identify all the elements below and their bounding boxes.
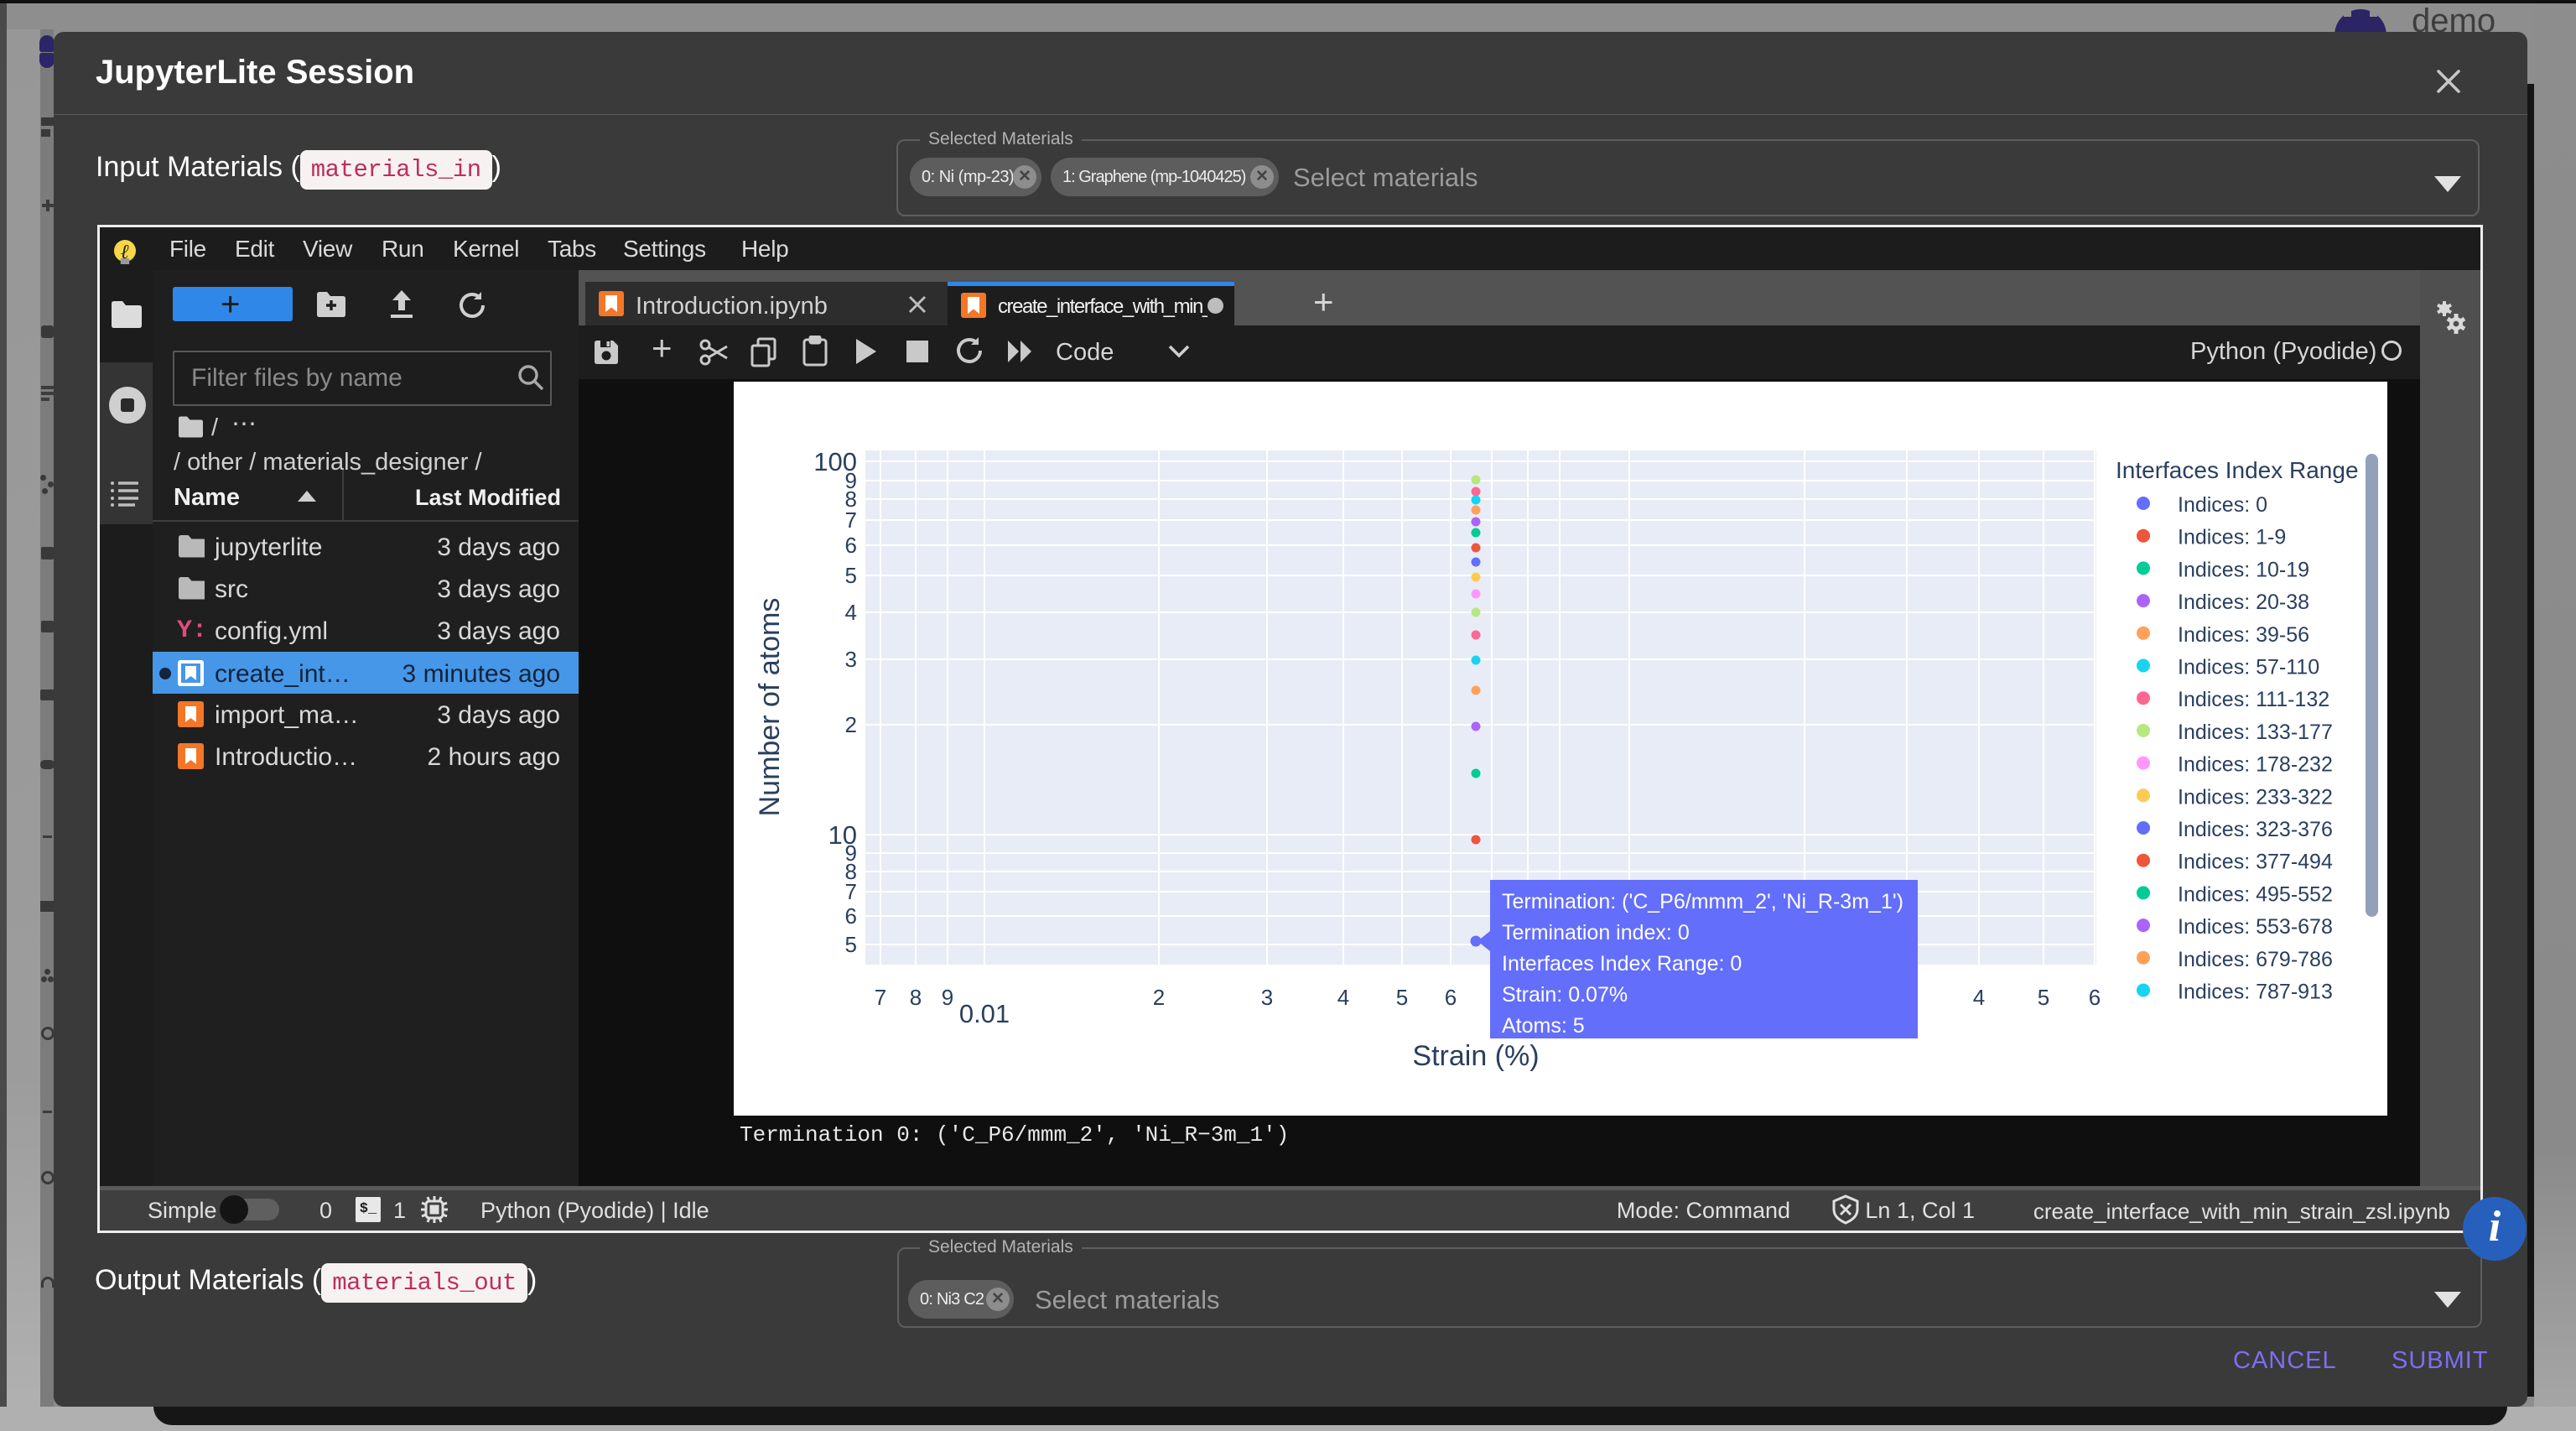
svg-text:6: 6 (845, 533, 857, 558)
svg-text:5: 5 (2038, 985, 2049, 1010)
svg-text:Indices: 1-9: Indices: 1-9 (2178, 526, 2286, 549)
svg-text:0.01: 0.01 (959, 999, 1010, 1028)
svg-text:Interfaces Index Range: Interfaces Index Range (2116, 457, 2359, 483)
svg-text:Number of atoms: Number of atoms (754, 598, 786, 817)
svg-text:6: 6 (2089, 985, 2101, 1010)
svg-text:7: 7 (875, 985, 886, 1010)
svg-text:Strain (%): Strain (%) (1412, 1040, 1539, 1072)
svg-text:9: 9 (942, 985, 953, 1010)
svg-text:5: 5 (845, 563, 857, 588)
svg-text:Indices: 787-913: Indices: 787-913 (2178, 981, 2333, 1004)
svg-text:Indices: 495-552: Indices: 495-552 (2178, 882, 2333, 906)
svg-text:7: 7 (845, 879, 857, 904)
svg-text:Indices: 39-56: Indices: 39-56 (2178, 623, 2309, 647)
svg-text:Indices: 111-132: Indices: 111-132 (2178, 688, 2329, 711)
svg-text:Indices: 679-786: Indices: 679-786 (2178, 948, 2333, 971)
svg-text:Indices: 20-38: Indices: 20-38 (2178, 591, 2309, 614)
svg-text:Indices: 553-678: Indices: 553-678 (2178, 915, 2333, 939)
svg-text:Indices: 323-376: Indices: 323-376 (2178, 818, 2333, 841)
svg-text:Indices: 233-322: Indices: 233-322 (2178, 785, 2333, 809)
svg-text:Indices: 178-232: Indices: 178-232 (2178, 753, 2333, 777)
svg-text:3: 3 (1261, 985, 1273, 1010)
svg-text:6: 6 (845, 903, 857, 929)
svg-text:7: 7 (845, 507, 857, 533)
svg-text:Indices: 377-494: Indices: 377-494 (2178, 851, 2333, 874)
svg-text:Indices: 10-19: Indices: 10-19 (2178, 558, 2309, 581)
svg-text:2: 2 (1153, 985, 1165, 1010)
svg-text:Atoms: 5: Atoms: 5 (1502, 1014, 1585, 1038)
svg-text:2: 2 (845, 712, 857, 737)
svg-text:Strain: 0.07%: Strain: 0.07% (1502, 983, 1628, 1007)
svg-text:4: 4 (1337, 985, 1349, 1010)
svg-text:Termination index: 0: Termination index: 0 (1502, 921, 1690, 944)
svg-text:Indices: 0: Indices: 0 (2178, 493, 2267, 517)
svg-text:6: 6 (1445, 985, 1457, 1010)
svg-text:4: 4 (1973, 985, 1985, 1010)
svg-text:Interfaces Index Range: 0: Interfaces Index Range: 0 (1502, 952, 1742, 976)
svg-text:8: 8 (910, 985, 922, 1010)
svg-text:Indices: 57-110: Indices: 57-110 (2178, 656, 2319, 679)
svg-text:Indices: 133-177: Indices: 133-177 (2178, 721, 2333, 744)
svg-text:5: 5 (845, 932, 857, 957)
svg-text:3: 3 (845, 647, 857, 672)
svg-text:5: 5 (1396, 985, 1408, 1010)
svg-text:4: 4 (845, 600, 857, 625)
svg-text:Termination: ('C_P6/mmm_2', 'N: Termination: ('C_P6/mmm_2', 'Ni_R-3m_1') (1502, 890, 1903, 913)
